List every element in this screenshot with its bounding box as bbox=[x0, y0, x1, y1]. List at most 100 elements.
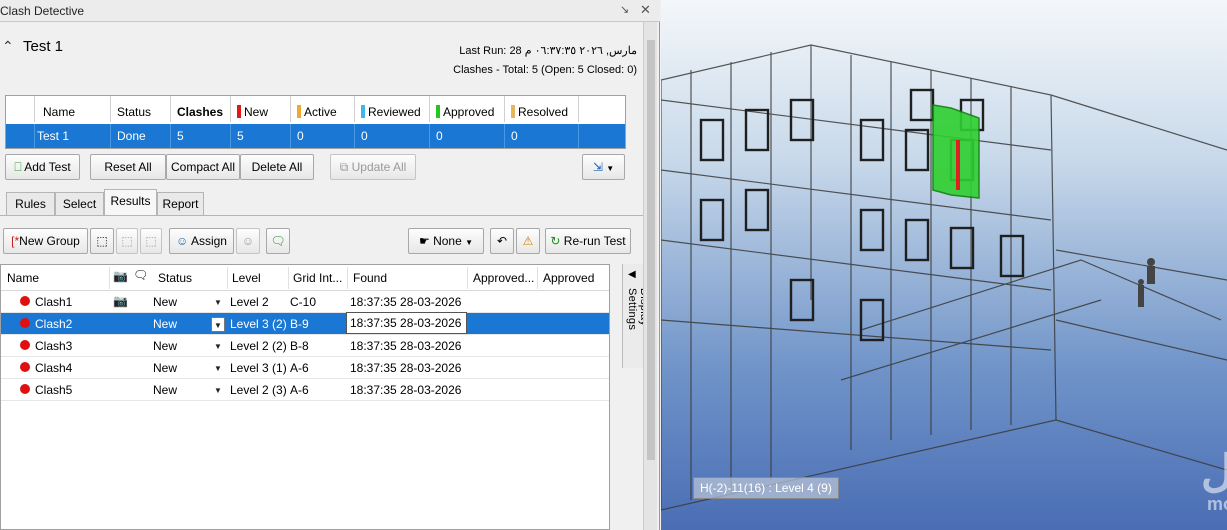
new-group-icon: [* bbox=[11, 234, 20, 248]
row-approved: 0 bbox=[430, 124, 505, 148]
col-level[interactable]: Level bbox=[232, 271, 261, 285]
col-separator bbox=[227, 267, 228, 289]
clash-row[interactable]: Clash1 📷 New ▼ Level 2 C-10 18:37:35 28-… bbox=[1, 291, 609, 313]
update-all-label: Update All bbox=[351, 160, 407, 174]
close-icon[interactable]: ✕ bbox=[640, 2, 651, 18]
clash-name: Clash2 bbox=[35, 317, 73, 331]
clash-grid: B-8 bbox=[290, 339, 309, 353]
clash-name: Clash3 bbox=[35, 339, 73, 353]
add-test-button[interactable]: ⎕ Add Test bbox=[5, 154, 80, 180]
ungroup-button[interactable]: ⬚ bbox=[116, 228, 138, 254]
clash-level: Level 2 bbox=[230, 295, 269, 309]
scrollbar-thumb[interactable] bbox=[647, 40, 655, 460]
last-run-value: مارس, ٢٠٢٦ ٠٦:٣٧:٣٥ م 28 bbox=[509, 45, 637, 57]
tab-rules[interactable]: Rules bbox=[6, 192, 55, 216]
header-approved-label: Approved bbox=[443, 105, 495, 119]
header-approved[interactable]: Approved bbox=[430, 96, 505, 122]
watermark-logo: مستقل bbox=[1201, 447, 1227, 496]
chevron-up-icon[interactable]: ⌃ bbox=[2, 38, 14, 55]
clash-found-editor[interactable]: 18:37:35 28-03-2026 bbox=[346, 312, 467, 334]
group-clashes-button[interactable]: ⬚ bbox=[90, 228, 114, 254]
header-active-label: Active bbox=[304, 105, 337, 119]
remove-from-group-button[interactable]: ⬚ bbox=[140, 228, 162, 254]
new-group-button[interactable]: [*New Group bbox=[3, 228, 88, 254]
clash-marker bbox=[956, 140, 960, 190]
header-blank bbox=[6, 96, 35, 122]
clash-level: Level 3 (1) bbox=[230, 361, 287, 375]
export-icon: ⇲ bbox=[592, 160, 603, 174]
test-row[interactable]: Test 1 Done 5 5 0 0 0 0 bbox=[6, 124, 625, 148]
col-found[interactable]: Found bbox=[353, 271, 387, 285]
status-dropdown-icon[interactable]: ▼ bbox=[211, 295, 225, 310]
clash-found: 18:37:35 28-03-2026 bbox=[350, 295, 462, 309]
unassign-button[interactable]: ☺ bbox=[236, 228, 260, 254]
status-dropdown-icon[interactable]: ▼ bbox=[211, 317, 225, 332]
row-resolved: 0 bbox=[505, 124, 579, 148]
header-reviewed[interactable]: Reviewed bbox=[355, 96, 430, 122]
rerun-label: Re-run Test bbox=[563, 234, 626, 248]
comment-icon: 🗨 bbox=[133, 268, 149, 282]
col-name[interactable]: Name bbox=[7, 271, 39, 285]
status-dropdown-icon[interactable]: ▼ bbox=[211, 361, 225, 376]
rerun-test-button[interactable]: ↻ Re-run Test bbox=[545, 228, 631, 254]
col-grid[interactable]: Grid Int... bbox=[293, 271, 342, 285]
header-active[interactable]: Active bbox=[291, 96, 355, 122]
undo-icon: ↶ bbox=[496, 234, 508, 248]
col-approved[interactable]: Approved bbox=[543, 271, 594, 285]
clash-level: Level 3 (2) bbox=[230, 317, 287, 331]
header-status[interactable]: Status bbox=[111, 96, 171, 122]
display-settings-tab[interactable]: ◀ Display Settings bbox=[622, 264, 650, 368]
refresh-icon: ↻ bbox=[550, 234, 561, 248]
last-run: Last Run: مارس, ٢٠٢٦ ٠٦:٣٧:٣٥ م 28 bbox=[459, 44, 637, 57]
update-icon: ⧉ bbox=[339, 160, 349, 174]
header-resolved[interactable]: Resolved bbox=[505, 96, 579, 122]
test-table-header: Name Status Clashes New Active Reviewed … bbox=[6, 96, 625, 122]
assign-button[interactable]: ☺ Assign bbox=[169, 228, 234, 254]
pin-icon[interactable]: ↘ bbox=[620, 3, 629, 16]
header-name[interactable]: Name bbox=[35, 96, 111, 122]
row-new: 5 bbox=[231, 124, 291, 148]
compact-all-button[interactable]: Compact All bbox=[166, 154, 240, 180]
warning-filter-button[interactable]: ⚠ bbox=[516, 228, 540, 254]
header-clashes[interactable]: Clashes bbox=[171, 96, 231, 122]
header-new[interactable]: New bbox=[231, 96, 291, 122]
status-dot-icon bbox=[20, 384, 30, 394]
approved-flag-icon bbox=[436, 105, 440, 118]
clash-row[interactable]: Clash3 New ▼ Level 2 (2) B-8 18:37:35 28… bbox=[1, 335, 609, 357]
col-separator bbox=[467, 267, 468, 289]
status-dropdown-icon[interactable]: ▼ bbox=[211, 383, 225, 398]
viewpoint-camera-icon[interactable]: 📷 bbox=[113, 294, 128, 308]
clash-status: New bbox=[153, 317, 178, 331]
export-dropdown-button[interactable]: ⇲ ▼ bbox=[582, 154, 625, 180]
tab-select[interactable]: Select bbox=[55, 192, 104, 216]
col-approved-by[interactable]: Approved... bbox=[473, 271, 534, 285]
update-all-button[interactable]: ⧉ Update All bbox=[330, 154, 416, 180]
results-header: Name 📷 🗨 Status Level Grid Int... Found … bbox=[1, 265, 609, 291]
building-wireframe bbox=[661, 44, 1227, 511]
highlight-filter-dropdown[interactable]: ☛ None ▼ bbox=[408, 228, 484, 254]
panel-scrollbar[interactable] bbox=[643, 22, 657, 530]
filter-value: None bbox=[433, 234, 462, 248]
assign-label: Assign bbox=[190, 234, 227, 248]
camera-icon: 📷 bbox=[113, 269, 128, 283]
clash-row[interactable]: Clash4 New ▼ Level 3 (1) A-6 18:37:35 28… bbox=[1, 357, 609, 379]
col-status[interactable]: Status bbox=[158, 271, 192, 285]
tab-report[interactable]: Report bbox=[157, 192, 204, 216]
reset-all-button[interactable]: Reset All bbox=[90, 154, 166, 180]
clash-status: New bbox=[153, 361, 178, 375]
clash-detective-panel: Clash Detective ↘ ✕ ⌃ Test 1 Last Run: م… bbox=[0, 0, 660, 530]
row-active: 0 bbox=[291, 124, 355, 148]
clash-row-selected[interactable]: Clash2 New ▼ Level 3 (2) B-9 18:37:35 28… bbox=[1, 312, 609, 335]
warning-icon: ⚠ bbox=[522, 234, 534, 248]
tab-results[interactable]: Results bbox=[104, 189, 157, 216]
status-dot-icon bbox=[20, 296, 30, 306]
status-dropdown-icon[interactable]: ▼ bbox=[211, 339, 225, 354]
clash-row[interactable]: Clash5 New ▼ Level 2 (3) A-6 18:37:35 28… bbox=[1, 379, 609, 401]
clash-found: 18:37:35 28-03-2026 bbox=[350, 383, 462, 397]
delete-all-button[interactable]: Delete All bbox=[240, 154, 314, 180]
3d-viewport[interactable]: مستقل mostaql.com bbox=[661, 0, 1227, 530]
undo-button[interactable]: ↶ bbox=[490, 228, 514, 254]
clash-status: New bbox=[153, 295, 178, 309]
add-comment-button[interactable]: 🗨 bbox=[266, 228, 290, 254]
clash-summary: Clashes - Total: 5 (Open: 5 Closed: 0) bbox=[453, 64, 637, 76]
